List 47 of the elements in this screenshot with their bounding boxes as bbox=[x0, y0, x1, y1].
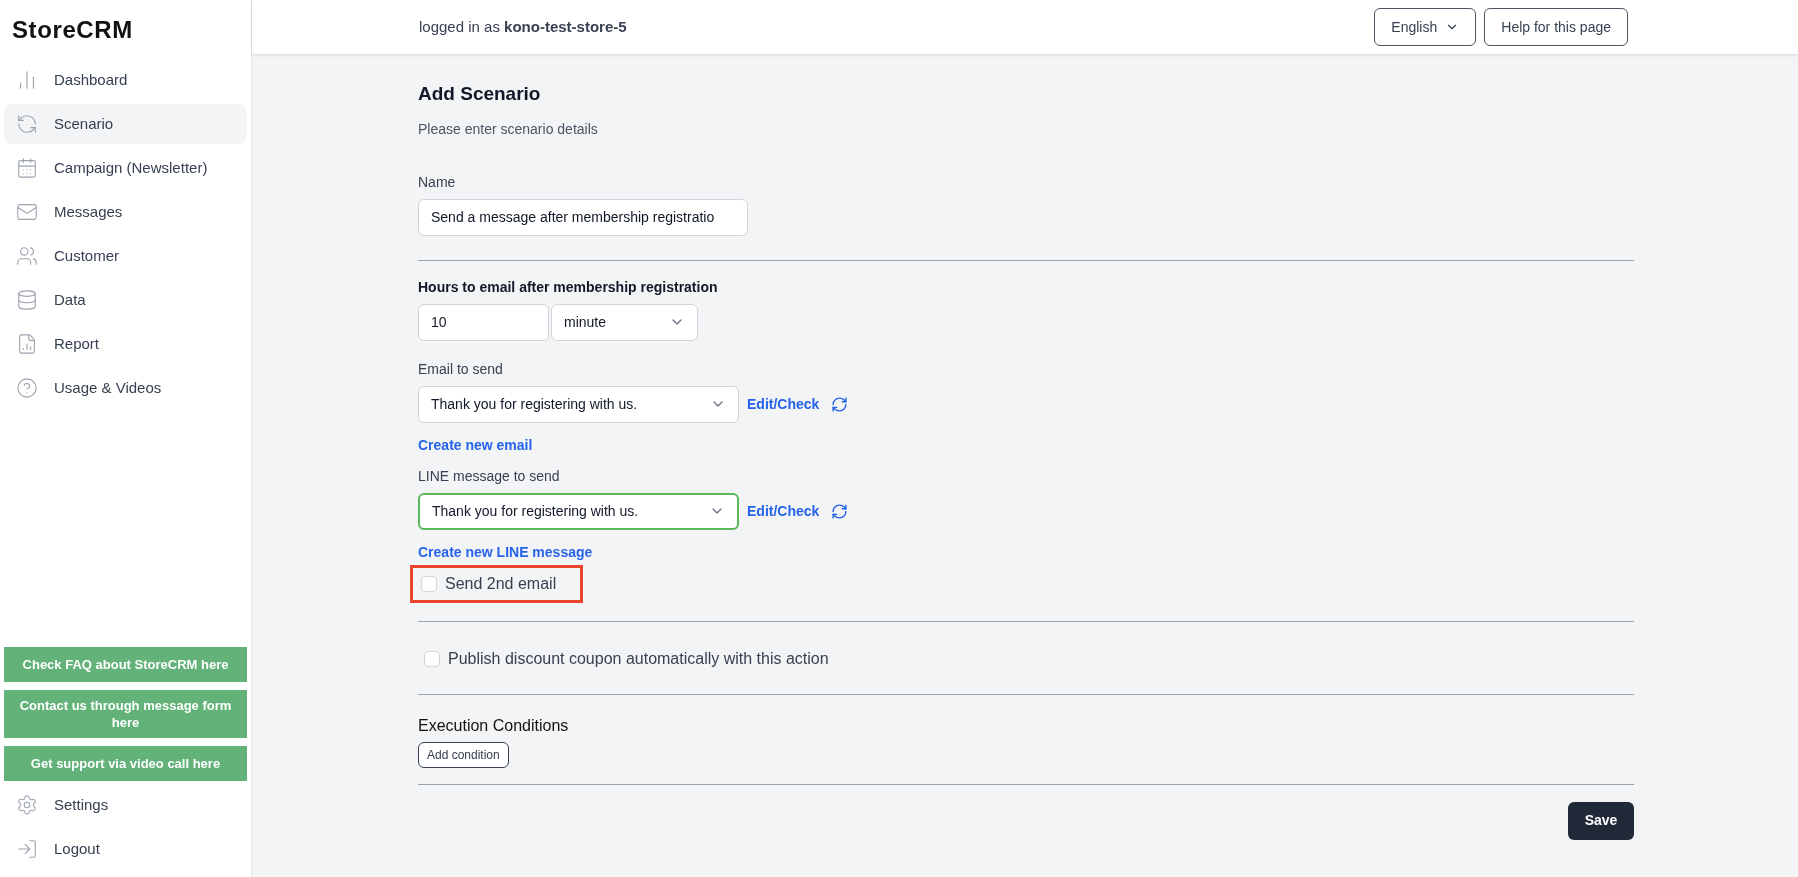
create-email-link[interactable]: Create new email bbox=[418, 434, 533, 456]
refresh-icon[interactable] bbox=[831, 502, 849, 520]
create-line-message-link[interactable]: Create new LINE message bbox=[418, 541, 593, 563]
checkbox[interactable] bbox=[424, 650, 440, 667]
page-title: Add Scenario bbox=[418, 82, 542, 106]
calendar-icon bbox=[16, 157, 38, 179]
sidebar-item[interactable]: Usage & Videos bbox=[4, 368, 247, 408]
language-dropdown[interactable]: English bbox=[1374, 8, 1477, 46]
edit-check-link[interactable]: Edit/Check bbox=[747, 500, 820, 522]
page-subtitle: Please enter scenario details bbox=[418, 119, 599, 139]
field-label: Email to send bbox=[418, 359, 504, 379]
edit-check-link[interactable]: Edit/Check bbox=[747, 393, 820, 415]
unit-select[interactable]: minute bbox=[551, 303, 698, 341]
hours-input[interactable]: 10 bbox=[418, 303, 549, 341]
checkbox-label: Send 2nd email bbox=[445, 573, 558, 594]
people-icon bbox=[16, 245, 38, 267]
sidebar-item[interactable]: Messages bbox=[4, 192, 247, 232]
sidebar-item[interactable]: Report bbox=[4, 324, 247, 364]
checkbox-label: Publish discount coupon automatically with this action bbox=[448, 648, 830, 669]
section-title: Execution Conditions bbox=[418, 715, 570, 736]
field-label: LINE message to send bbox=[418, 466, 561, 486]
message-select[interactable]: Thank you for registering with us. bbox=[418, 492, 739, 530]
login-status: logged in as kono-test-store-5 bbox=[419, 16, 627, 37]
sidebar-item[interactable]: Customer bbox=[4, 236, 247, 276]
sidebar-item[interactable]: Logout bbox=[4, 829, 247, 869]
field-label: Name bbox=[418, 172, 457, 192]
sidebar-item[interactable]: Settings bbox=[4, 785, 247, 825]
name-input[interactable]: Send a message after membership registratio bbox=[418, 198, 748, 236]
refresh-icon[interactable] bbox=[831, 395, 849, 413]
sidebar-item[interactable]: Data bbox=[4, 280, 247, 320]
logo[interactable]: StoreCRM bbox=[0, 0, 251, 60]
save-button[interactable]: Save bbox=[1568, 801, 1634, 840]
sidebar-item[interactable]: Campaign (Newsletter) bbox=[4, 148, 247, 188]
sidebar-item[interactable]: Scenario bbox=[4, 104, 247, 144]
help-button[interactable]: Help for this page bbox=[1484, 8, 1628, 46]
settings-icon bbox=[16, 794, 38, 816]
refresh-icon bbox=[16, 113, 38, 135]
report-icon bbox=[16, 333, 38, 355]
help-icon bbox=[16, 377, 38, 399]
message-select[interactable]: Thank you for registering with us. bbox=[418, 385, 739, 423]
add-condition-button[interactable]: Add condition bbox=[418, 741, 509, 768]
field-label: Hours to email after membership registration bbox=[418, 277, 719, 297]
logout-icon bbox=[16, 838, 38, 860]
envelope-icon bbox=[16, 201, 38, 223]
sidebar-item[interactable]: Dashboard bbox=[4, 60, 247, 100]
checkbox[interactable] bbox=[421, 575, 437, 592]
database-icon bbox=[16, 289, 38, 311]
